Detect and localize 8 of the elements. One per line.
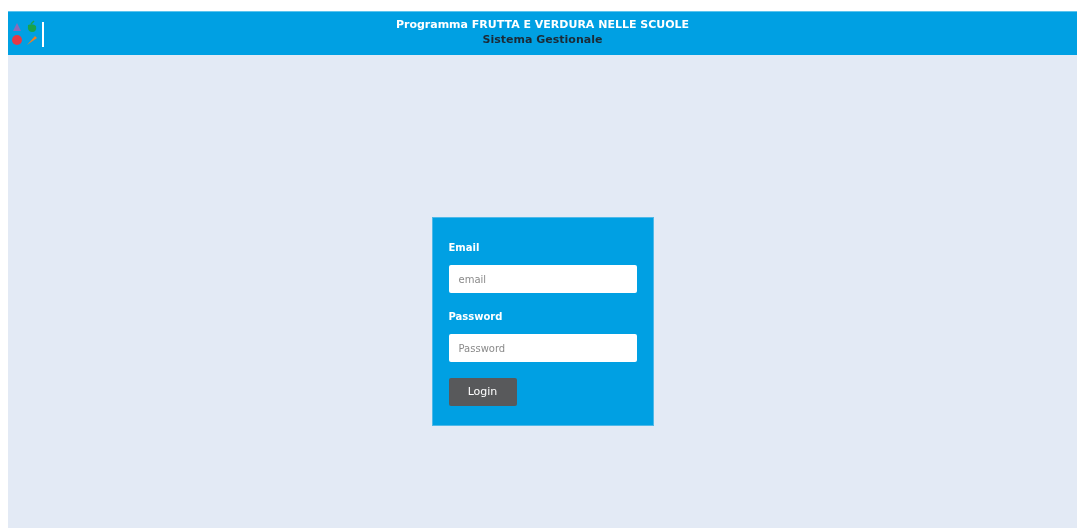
login-button[interactable]: Login [448,378,517,406]
email-field[interactable]: email [448,265,637,293]
password-field[interactable]: Password [448,334,637,362]
field-label: Email [448,241,480,255]
app-subtitle: Sistema Gestionale [482,32,603,48]
app-title: Programma FRUTTA E VERDURA NELLE SCUOLE [395,18,690,33]
field-label: Password [448,310,503,324]
logo-drawing [10,18,46,49]
